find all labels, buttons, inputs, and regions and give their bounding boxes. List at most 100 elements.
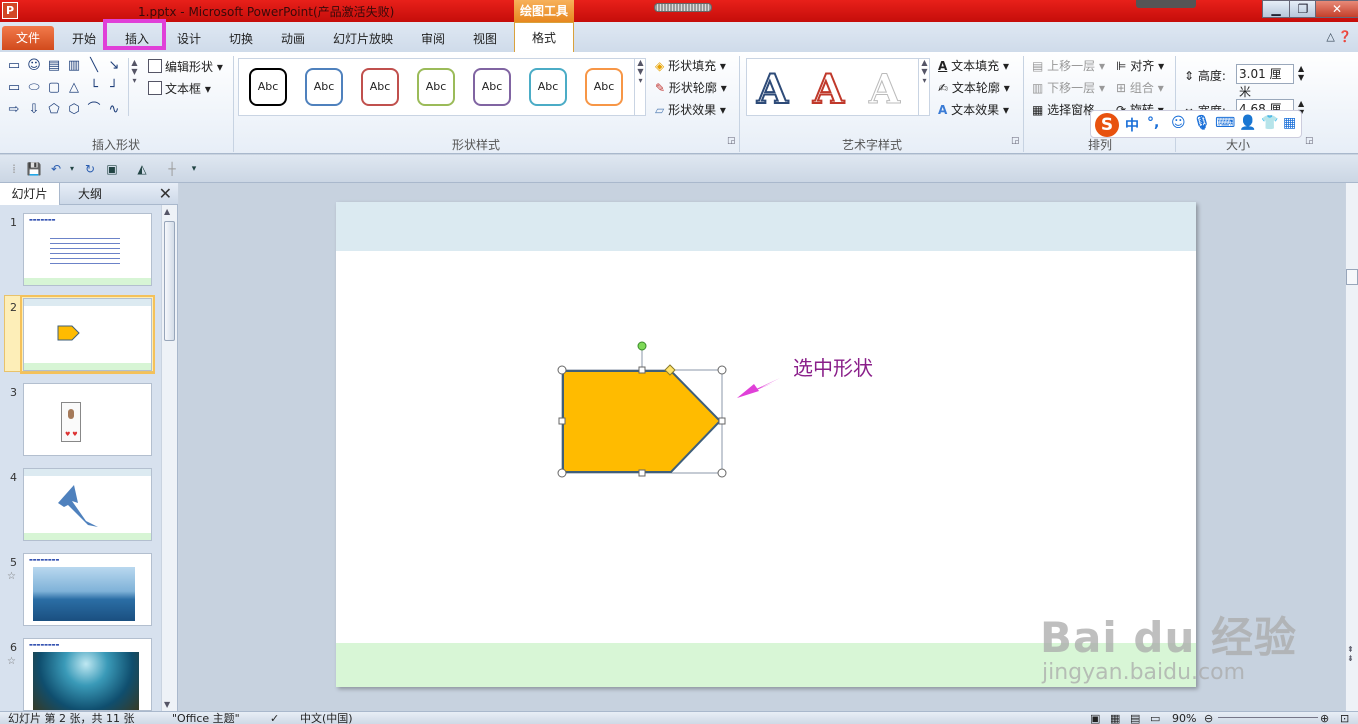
fit-to-window-icon[interactable]: ⊡	[1340, 712, 1349, 724]
oval-icon[interactable]: ⬭	[26, 80, 42, 96]
wordart-style-1[interactable]: A	[756, 65, 789, 114]
wordart-scroll[interactable]: ▲ ▼ ▾	[918, 58, 930, 116]
wordart-launcher-icon[interactable]: ◲	[1011, 136, 1020, 146]
freeform-icon[interactable]: ⬠	[46, 102, 62, 118]
resize-handle-w[interactable]	[558, 417, 566, 425]
resize-handle-sw[interactable]	[557, 468, 567, 478]
wordart-style-2[interactable]: A	[812, 65, 845, 114]
shape-style-3[interactable]: Abc	[361, 68, 399, 106]
vertical-scroll-thumb[interactable]	[1346, 269, 1358, 285]
redo-icon[interactable]: ↻	[82, 161, 98, 177]
user-icon[interactable]: 👤	[1239, 115, 1256, 131]
smiley-icon[interactable]: ☺	[26, 58, 42, 74]
tab-transitions[interactable]: 切换	[229, 30, 253, 47]
slide-thumbnail-2[interactable]	[20, 295, 155, 374]
resize-handle-n[interactable]	[638, 366, 646, 374]
ime-toolbar[interactable]: S 中 °, ☺ 🎙 ⌨ 👤 👕 ▦	[1090, 110, 1302, 138]
shape-fill-button[interactable]: ◈ 形状填充 ▾	[655, 57, 726, 74]
height-spinner[interactable]: ▲ ▼	[1298, 64, 1304, 82]
shape-palette[interactable]: ▭ ☺ ▤ ▥ ╲ ↘ ▭ ⬭ ▢ △ └ ┘ ⇨ ⇩ ⬠ ⬡ ⌒ ∿	[6, 58, 130, 120]
normal-view-icon[interactable]: ▣	[1090, 712, 1100, 724]
resize-handle-ne[interactable]	[717, 365, 727, 375]
shape-style-4[interactable]: Abc	[417, 68, 455, 106]
close-window-button[interactable]: ✕	[1315, 0, 1358, 18]
curve-icon[interactable]: ⌒	[86, 102, 102, 118]
slide-thumbnail-3[interactable]: ♥ ♥	[23, 383, 152, 456]
reading-view-icon[interactable]: ▤	[1130, 712, 1140, 724]
selection-pane-button[interactable]: ▦ 选择窗格	[1032, 101, 1095, 118]
resize-handle-nw[interactable]	[557, 365, 567, 375]
resize-handle-s[interactable]	[638, 469, 646, 477]
rectangle-icon[interactable]: ▭	[6, 80, 22, 96]
slide-thumbnail-6[interactable]: ▬▬▬▬▬▬▬▬	[23, 638, 152, 711]
wordart-style-3[interactable]: A	[868, 66, 900, 114]
send-backward-button[interactable]: ▥ 下移一层 ▾	[1032, 79, 1105, 96]
slides-pane-scroll-thumb[interactable]	[164, 221, 175, 341]
tab-format[interactable]: 格式	[514, 22, 574, 52]
toolbox-grid-icon[interactable]: ▦	[1283, 115, 1296, 131]
text-fill-button[interactable]: A 文本填充 ▾	[938, 57, 1009, 74]
close-pane-icon[interactable]: ✕	[159, 184, 172, 203]
elbow-connector-icon[interactable]: └	[86, 80, 102, 96]
shape-style-5[interactable]: Abc	[473, 68, 511, 106]
text-outline-button[interactable]: ✍ 文本轮廓 ▾	[938, 79, 1010, 96]
rotate-handle[interactable]	[637, 341, 647, 351]
help-icon[interactable]: △ ❓	[1326, 30, 1352, 43]
text-box-button[interactable]: 文本框 ▾	[148, 80, 211, 97]
tab-outline[interactable]: 大纲	[62, 183, 118, 205]
slides-pane-scrollbar[interactable]: ▲ ▼	[161, 205, 177, 711]
slideshow-icon[interactable]: ▣	[104, 161, 120, 177]
size-launcher-icon[interactable]: ◲	[1305, 136, 1314, 146]
right-arrow-icon[interactable]: ⇨	[6, 102, 22, 118]
tab-file[interactable]: 文件	[2, 26, 54, 50]
punctuation-icon[interactable]: °,	[1147, 115, 1159, 131]
down-arrow-icon[interactable]: ⇩	[26, 102, 42, 118]
bring-forward-button[interactable]: ▤ 上移一层 ▾	[1032, 57, 1105, 74]
powerpoint-app-icon[interactable]: P	[2, 2, 18, 19]
slide-thumbnail-4[interactable]	[23, 468, 152, 541]
minimize-button[interactable]: ▁	[1262, 0, 1290, 18]
slide-sorter-icon[interactable]: ▦	[1110, 712, 1120, 724]
undo-dropdown-icon[interactable]: ▾	[64, 161, 80, 177]
tab-animations[interactable]: 动画	[281, 30, 305, 47]
language-status[interactable]: 中文(中国)	[300, 712, 353, 724]
spellcheck-icon[interactable]: ✓	[270, 712, 279, 724]
resize-handle-se[interactable]	[717, 468, 727, 478]
scroll-up-icon[interactable]: ▲	[164, 207, 170, 216]
arrow-line-icon[interactable]: ↘	[106, 58, 122, 74]
save-icon[interactable]: 💾	[26, 161, 42, 177]
shape-style-1[interactable]: Abc	[249, 68, 287, 106]
tab-view[interactable]: 视图	[473, 30, 497, 47]
elbow-arrow-icon[interactable]: ┘	[106, 80, 122, 96]
textbox-shape-icon[interactable]: ▤	[46, 58, 62, 74]
pentagon-arrow-icon[interactable]: ▭	[6, 58, 22, 74]
shape-palette-scroll[interactable]: ▲ ▼ ▾	[128, 58, 140, 116]
tab-home[interactable]: 开始	[72, 30, 96, 47]
tab-slides[interactable]: 幻灯片	[0, 183, 60, 205]
edit-shape-button[interactable]: 编辑形状 ▾	[148, 58, 223, 75]
keyboard-icon[interactable]: ⌨	[1215, 115, 1235, 131]
slideshow-view-icon[interactable]: ▭	[1150, 712, 1160, 724]
pentagon-shape[interactable]	[562, 370, 722, 473]
microphone-icon[interactable]: 🎙	[1193, 115, 1211, 131]
scroll-down-icon[interactable]: ▼	[164, 700, 170, 709]
group-button[interactable]: ⊞ 组合 ▾	[1116, 79, 1164, 96]
shape-outline-button[interactable]: ✎ 形状轮廓 ▾	[655, 79, 727, 96]
zoom-out-icon[interactable]: ⊖	[1204, 712, 1213, 724]
ime-mode-toggle[interactable]: 中	[1125, 115, 1139, 135]
vertical-scrollbar[interactable]: ⇞ ⇟	[1345, 183, 1358, 711]
tab-design[interactable]: 设计	[177, 30, 201, 47]
customize-qat-dropdown-icon[interactable]: ▾	[186, 161, 202, 177]
tab-slideshow[interactable]: 幻灯片放映	[333, 30, 393, 47]
slide-thumbnail-1[interactable]: ▬▬▬▬▬▬▬	[23, 213, 152, 286]
triangle-icon[interactable]: △	[66, 80, 82, 96]
emoji-icon[interactable]: ☺	[1171, 115, 1186, 131]
shape-style-7[interactable]: Abc	[585, 68, 623, 106]
resize-handle-e[interactable]	[718, 417, 726, 425]
zoom-slider[interactable]	[1218, 717, 1318, 718]
slide-thumbnail-5[interactable]: ▬▬▬▬▬▬▬▬	[23, 553, 152, 626]
shape-styles-launcher-icon[interactable]: ◲	[727, 136, 736, 146]
zoom-in-icon[interactable]: ⊕	[1320, 712, 1329, 724]
selected-shape-layer[interactable]	[551, 337, 951, 487]
vertical-textbox-icon[interactable]: ▥	[66, 58, 82, 74]
